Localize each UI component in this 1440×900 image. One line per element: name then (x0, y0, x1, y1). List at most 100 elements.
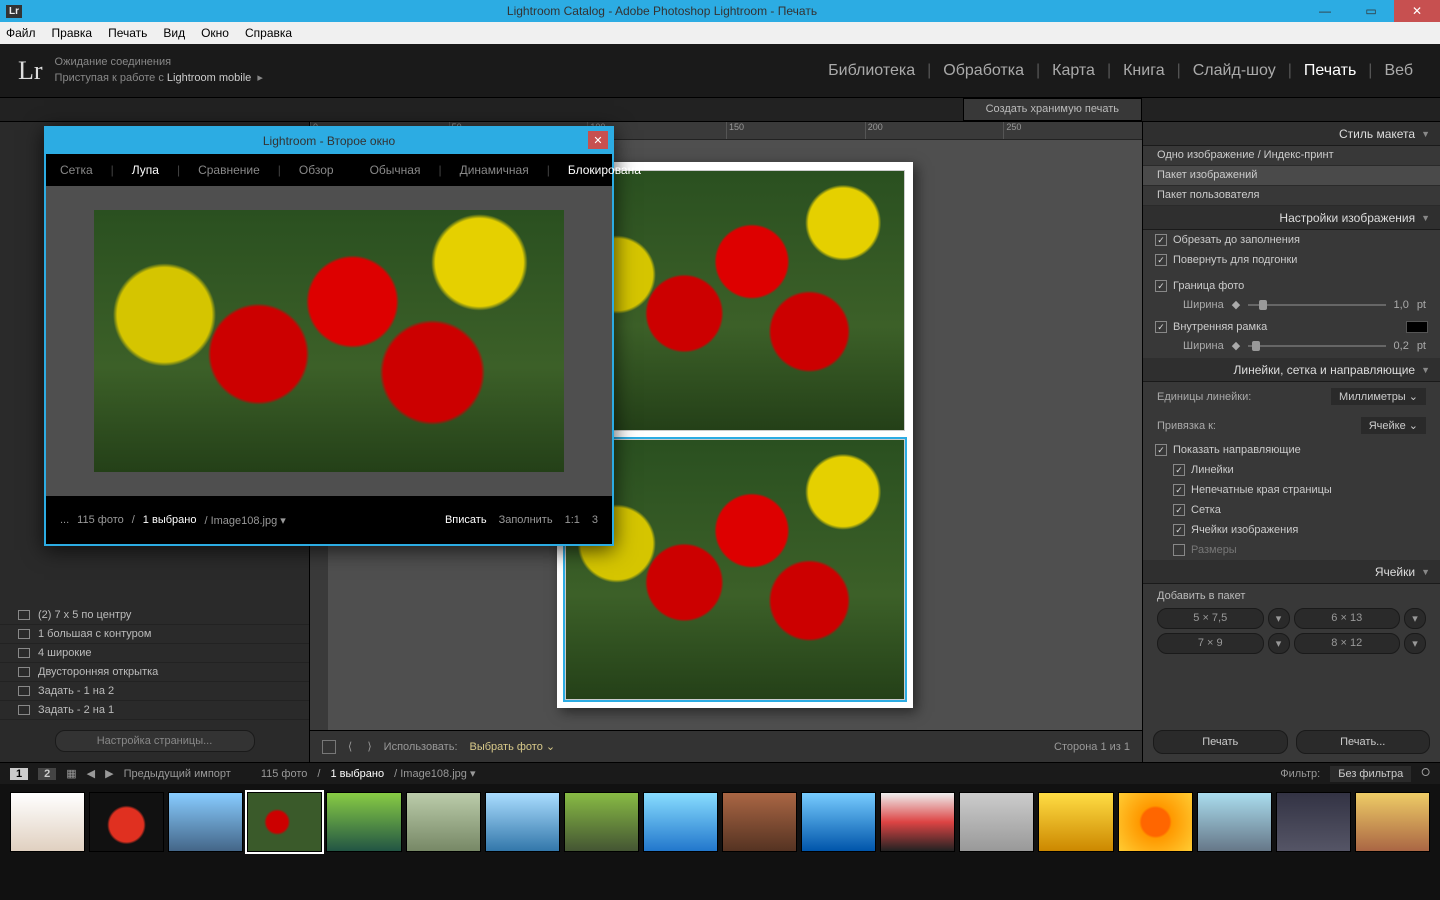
cell-size-more[interactable]: ▾ (1404, 633, 1426, 654)
source-label[interactable]: Предыдущий импорт (124, 768, 231, 780)
menu-view[interactable]: Вид (163, 26, 185, 40)
filmstrip-thumb[interactable] (564, 792, 639, 852)
print-dialog-button[interactable]: Печать... (1296, 730, 1431, 754)
guide-cells-checkbox[interactable] (1173, 524, 1185, 536)
menu-print[interactable]: Печать (108, 26, 147, 40)
maximize-button[interactable]: ▭ (1348, 0, 1394, 22)
inner-frame-color-swatch[interactable] (1406, 321, 1428, 333)
ruler-units-dropdown[interactable]: Миллиметры ⌄ (1331, 388, 1426, 405)
cell-size-button[interactable]: 8 × 12 (1294, 633, 1401, 654)
rulers-grid-header[interactable]: Линейки, сетка и направляющие▼ (1143, 358, 1440, 382)
use-dropdown[interactable]: Выбрать фото ⌄ (470, 740, 556, 753)
inner-width-slider[interactable] (1248, 345, 1385, 347)
inner-frame-checkbox[interactable] (1155, 321, 1167, 333)
mobile-prompt[interactable]: Приступая к работе с Lightroom mobile ▸ (55, 71, 263, 86)
filmstrip-thumb[interactable] (326, 792, 401, 852)
cell-size-button[interactable]: 6 × 13 (1294, 608, 1401, 629)
tab-grid[interactable]: Сетка (60, 163, 93, 177)
filmstrip-thumb[interactable] (1276, 792, 1351, 852)
nav-fwd-icon[interactable]: ▶ (105, 767, 113, 780)
menu-file[interactable]: Файл (6, 26, 36, 40)
tab-normal[interactable]: Обычная (370, 163, 421, 177)
layout-opt-custom[interactable]: Пакет пользователя (1143, 186, 1440, 206)
filmstrip-thumb[interactable] (643, 792, 718, 852)
page-setup-button[interactable]: Настройка страницы... (55, 730, 255, 752)
tab-locked[interactable]: Блокирована (568, 163, 641, 177)
menu-help[interactable]: Справка (245, 26, 292, 40)
filmstrip-thumb-selected[interactable] (247, 792, 322, 852)
zoom-more-button[interactable]: 3 (592, 514, 598, 526)
monitor-2-badge[interactable]: 2 (38, 768, 56, 780)
menu-edit[interactable]: Правка (52, 26, 93, 40)
filmstrip-thumb[interactable] (485, 792, 560, 852)
tab-compare[interactable]: Сравнение (198, 163, 260, 177)
print-cell[interactable] (565, 170, 905, 431)
filmstrip-thumb[interactable] (1118, 792, 1193, 852)
guide-dimensions-checkbox[interactable] (1173, 544, 1185, 556)
border-width-knob-icon[interactable]: ◆ (1232, 298, 1240, 311)
grid-icon[interactable]: ▦ (66, 767, 76, 780)
print-cell-selected[interactable] (565, 439, 905, 700)
secondary-window-close-button[interactable]: ✕ (588, 131, 608, 149)
secondary-window-title-bar[interactable]: Lightroom - Второе окно ✕ (46, 128, 612, 154)
tab-loupe[interactable]: Лупа (132, 163, 159, 177)
template-item[interactable]: 4 широкие (0, 644, 309, 663)
guide-grid-checkbox[interactable] (1173, 504, 1185, 516)
template-item[interactable]: (2) 7 x 5 по центру (0, 606, 309, 625)
show-guides-checkbox[interactable] (1155, 444, 1167, 456)
monitor-1-badge[interactable]: 1 (10, 768, 28, 780)
cell-size-more[interactable]: ▾ (1268, 608, 1290, 629)
filter-lock-icon[interactable]: ⭘ (1421, 767, 1430, 780)
template-item[interactable]: Задать - 1 на 2 (0, 682, 309, 701)
create-saved-print-button[interactable]: Создать хранимую печать (963, 98, 1142, 121)
image-settings-header[interactable]: Настройки изображения▼ (1143, 206, 1440, 230)
layout-opt-package[interactable]: Пакет изображений (1143, 166, 1440, 186)
select-checkbox[interactable] (322, 740, 336, 754)
module-develop[interactable]: Обработка (934, 62, 1033, 80)
filmstrip-thumb[interactable] (1355, 792, 1430, 852)
module-web[interactable]: Веб (1375, 62, 1422, 80)
filmstrip-thumb[interactable] (880, 792, 955, 852)
minimize-button[interactable]: — (1302, 0, 1348, 22)
guide-rulers-checkbox[interactable] (1173, 464, 1185, 476)
layout-style-header[interactable]: Стиль макета▼ (1143, 122, 1440, 146)
zoom-fit-button[interactable]: Вписать (445, 514, 487, 526)
crop-fill-checkbox[interactable] (1155, 234, 1167, 246)
template-item[interactable]: 1 большая с контуром (0, 625, 309, 644)
filmstrip-thumb[interactable] (10, 792, 85, 852)
layout-opt-single[interactable]: Одно изображение / Индекс-принт (1143, 146, 1440, 166)
module-slideshow[interactable]: Слайд-шоу (1184, 62, 1285, 80)
snap-dropdown[interactable]: Ячейке ⌄ (1361, 417, 1426, 434)
filmstrip-thumb[interactable] (801, 792, 876, 852)
template-item[interactable]: Задать - 2 на 1 (0, 701, 309, 720)
filmstrip-thumb[interactable] (1197, 792, 1272, 852)
cell-size-more[interactable]: ▾ (1268, 633, 1290, 654)
menu-window[interactable]: Окно (201, 26, 229, 40)
filter-dropdown[interactable]: Без фильтра (1330, 766, 1411, 782)
filmstrip-thumb[interactable] (89, 792, 164, 852)
photo-border-checkbox[interactable] (1155, 280, 1167, 292)
filmstrip-thumb[interactable] (168, 792, 243, 852)
template-item[interactable]: Двусторонняя открытка (0, 663, 309, 682)
guide-bleed-checkbox[interactable] (1173, 484, 1185, 496)
tab-live[interactable]: Динамичная (460, 163, 529, 177)
zoom-fill-button[interactable]: Заполнить (499, 514, 553, 526)
filmstrip-thumb[interactable] (722, 792, 797, 852)
module-book[interactable]: Книга (1114, 62, 1173, 80)
inner-width-knob-icon[interactable]: ◆ (1232, 339, 1240, 352)
filmstrip-thumb[interactable] (1038, 792, 1113, 852)
nav-back-icon[interactable]: ◀ (87, 767, 95, 780)
module-library[interactable]: Библиотека (819, 62, 924, 80)
zoom-1to1-button[interactable]: 1:1 (565, 514, 580, 526)
cell-size-button[interactable]: 5 × 7,5 (1157, 608, 1264, 629)
print-button[interactable]: Печать (1153, 730, 1288, 754)
module-map[interactable]: Карта (1043, 62, 1104, 80)
secondary-window-image[interactable] (46, 186, 612, 496)
border-width-slider[interactable] (1248, 304, 1385, 306)
rotate-fit-checkbox[interactable] (1155, 254, 1167, 266)
module-print[interactable]: Печать (1295, 62, 1365, 80)
cells-header[interactable]: Ячейки▼ (1143, 560, 1440, 584)
close-button[interactable]: ✕ (1394, 0, 1440, 22)
prev-page-icon[interactable]: ⟨ (348, 740, 355, 753)
filmstrip[interactable] (0, 784, 1440, 860)
